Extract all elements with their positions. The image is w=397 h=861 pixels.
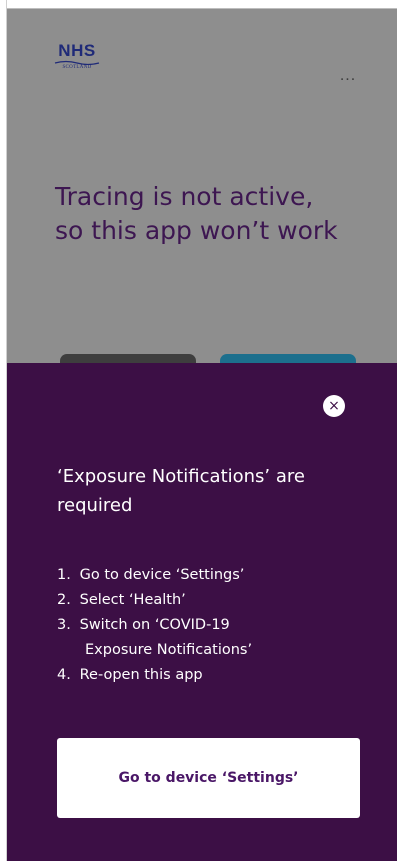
- step-text: Re-open this app: [79, 667, 203, 683]
- list-item: 3. Switch on ‘COVID-19 Exposure Notifica…: [57, 613, 357, 663]
- status-bar: [7, 0, 397, 9]
- step-text: Select ‘Health’: [79, 592, 186, 608]
- sheet-title-line-2: required: [57, 495, 133, 516]
- list-item: 1. Go to device ‘Settings’: [57, 563, 357, 588]
- step-number: 1.: [57, 567, 71, 583]
- frame-border: [0, 0, 7, 861]
- list-item: 2. Select ‘Health’: [57, 588, 357, 613]
- step-number: 2.: [57, 592, 71, 608]
- page-title: Tracing is not active, so this app won’t…: [55, 180, 375, 248]
- close-icon[interactable]: ×: [323, 395, 345, 417]
- logo-main-text: NHS: [58, 41, 96, 60]
- step-number: 3.: [57, 617, 71, 633]
- step-text: Go to device ‘Settings’: [79, 567, 245, 583]
- step-number: 4.: [57, 667, 71, 683]
- nhs-scotland-logo: NHS SCOTLAND: [51, 42, 103, 71]
- step-text: Switch on ‘COVID-19: [79, 617, 230, 633]
- page-title-line-2: so this app won’t work: [55, 216, 338, 245]
- page-title-line-1: Tracing is not active,: [55, 182, 314, 211]
- list-item: 4. Re-open this app: [57, 663, 357, 688]
- logo-sub-text: SCOTLAND: [62, 65, 92, 70]
- step-text-continued: Exposure Notifications’: [85, 642, 253, 658]
- go-to-settings-button[interactable]: Go to device ‘Settings’: [57, 738, 360, 818]
- app-screen: NHS SCOTLAND ... Tracing is not active, …: [0, 0, 397, 861]
- instructions-list: 1. Go to device ‘Settings’ 2. Select ‘He…: [57, 563, 357, 688]
- sheet-title-line-1: ‘Exposure Notifications’ are: [57, 466, 305, 487]
- more-dots-icon[interactable]: ...: [336, 68, 360, 88]
- sheet-title: ‘Exposure Notifications’ are required: [57, 462, 357, 520]
